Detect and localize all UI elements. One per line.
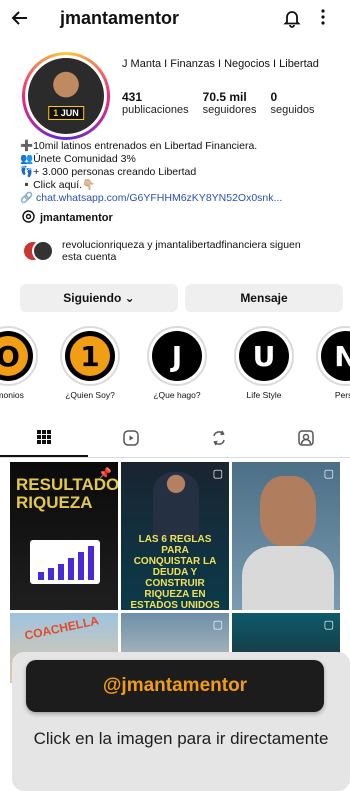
followed-by-avatars [22, 240, 54, 262]
reels-icon [122, 429, 140, 452]
highlight-label: ¿Que hago? [153, 390, 201, 400]
profile-stats: 431 publicaciones 70.5 mil seguidores 0 … [122, 90, 315, 116]
tab-reels[interactable] [88, 424, 176, 457]
avatar-date-badge: 1 JUN [48, 106, 84, 120]
highlight-item[interactable]: O timonios [0, 326, 40, 400]
repost-icon [210, 429, 228, 452]
handle-text: @jmantamentor [102, 675, 248, 696]
post-person-image [242, 546, 334, 610]
avatar-photo: 1 JUN [28, 58, 104, 134]
followers-count: 70.5 mil [202, 90, 247, 104]
threads-username: jmantamentor [40, 212, 113, 224]
post-thumbnail[interactable]: ▢ LAS 6 REGLAS PARA CONQUISTAR LA DEUDA … [121, 462, 229, 610]
post-person-face [260, 476, 316, 546]
message-button[interactable]: Mensaje [185, 284, 343, 312]
bio-link-text: chat.whatsapp.com/G6YFHHM6zKY8YN52Ox0snk… [36, 192, 283, 204]
profile-tabs [0, 424, 350, 458]
highlight-item[interactable]: 1 ¿Quien Soy? [58, 326, 122, 400]
post-chart-image [30, 540, 100, 584]
profile-bio: ➕10mil latinos entrenados en Libertad Fi… [20, 140, 340, 205]
badge-text: JUN [60, 108, 79, 118]
bell-icon[interactable] [282, 8, 302, 33]
posts-label: publicaciones [122, 104, 189, 116]
story-highlights: O timonios 1 ¿Quien Soy? J ¿Que hago? U … [0, 326, 350, 406]
bio-link[interactable]: 🔗 chat.whatsapp.com/G6YFHHM6zKY8YN52Ox0s… [20, 192, 340, 205]
profile-username: jmantamentor [60, 8, 180, 28]
highlight-glyph: J [152, 331, 202, 381]
bio-line: 👣+ 3.000 personas creando Libertad [20, 166, 197, 178]
post-person-image [153, 472, 199, 538]
reel-icon: ▢ [212, 468, 223, 480]
threads-icon [22, 210, 35, 226]
highlight-label: timonios [0, 390, 24, 400]
bio-line: ➕10mil latinos entrenados en Libertad Fi… [20, 140, 258, 152]
post-thumbnail[interactable]: 📌 RESULTADOS RIQUEZA [10, 462, 118, 610]
reel-icon: ▢ [212, 619, 223, 631]
post-title: LAS 6 REGLAS PARA CONQUISTAR LA DEUDA Y … [130, 534, 220, 610]
highlight-label: Perso [334, 390, 350, 400]
following-count: 0 [270, 90, 278, 104]
handle-banner[interactable]: @jmantamentor [26, 660, 324, 712]
profile-avatar[interactable]: 1 JUN [22, 52, 110, 140]
threads-badge[interactable]: jmantamentor [22, 210, 113, 226]
post-title: RESULTADOS RIQUEZA [16, 475, 118, 512]
following-button[interactable]: Siguiendo ⌄ [20, 284, 178, 312]
post-title: COACHELLA [23, 613, 100, 643]
highlight-glyph: 1 [70, 336, 110, 376]
cta-text: Click en la imagen para ir directamente [33, 729, 329, 748]
posts-count: 431 [122, 90, 143, 104]
display-name: J Manta I Finanzas I Negocios I Libertad [122, 58, 319, 70]
grid-icon [36, 429, 52, 450]
bio-line: ▪️Click aquí.👇🏼 [20, 179, 96, 191]
highlight-glyph: N [321, 331, 350, 381]
posts-stat[interactable]: 431 publicaciones [122, 90, 189, 116]
bio-line: 👥Únete Comunidad 3% [20, 153, 136, 165]
highlight-label: Life Style [246, 390, 282, 400]
tab-posts-grid[interactable] [0, 424, 88, 457]
followers-stat[interactable]: 70.5 mil seguidores [203, 90, 257, 116]
tab-reposts[interactable] [175, 424, 263, 457]
followed-by-text: revolucionriqueza y jmantalibertadfinanc… [62, 239, 301, 263]
badge-number: 1 [53, 108, 59, 118]
link-icon: 🔗 [20, 192, 34, 204]
post-thumbnail[interactable]: ▢ [232, 462, 340, 610]
top-bar: jmantamentor [0, 0, 350, 40]
following-stat[interactable]: 0 seguidos [270, 90, 314, 116]
followers-label: seguidores [202, 104, 257, 116]
tagged-user-icon [297, 429, 315, 452]
highlight-item[interactable]: U Life Style [232, 326, 296, 400]
posts-grid: 📌 RESULTADOS RIQUEZA ▢ LAS 6 REGLAS PARA… [10, 462, 340, 683]
carousel-icon: ▢ [323, 468, 334, 480]
followed-by[interactable]: revolucionriqueza y jmantalibertadfinanc… [22, 239, 302, 263]
tab-tagged[interactable] [263, 424, 350, 457]
highlight-label: ¿Quien Soy? [65, 390, 115, 400]
reel-icon: ▢ [323, 619, 334, 631]
highlight-item[interactable]: N Perso [314, 326, 350, 400]
highlight-glyph: U [239, 331, 289, 381]
following-label: seguidos [270, 104, 315, 116]
more-vertical-icon[interactable] [320, 8, 326, 31]
highlight-item[interactable]: J ¿Que hago? [145, 326, 209, 400]
avatar [32, 240, 54, 262]
highlight-glyph: O [0, 336, 28, 376]
arrow-left-icon[interactable] [10, 8, 30, 34]
